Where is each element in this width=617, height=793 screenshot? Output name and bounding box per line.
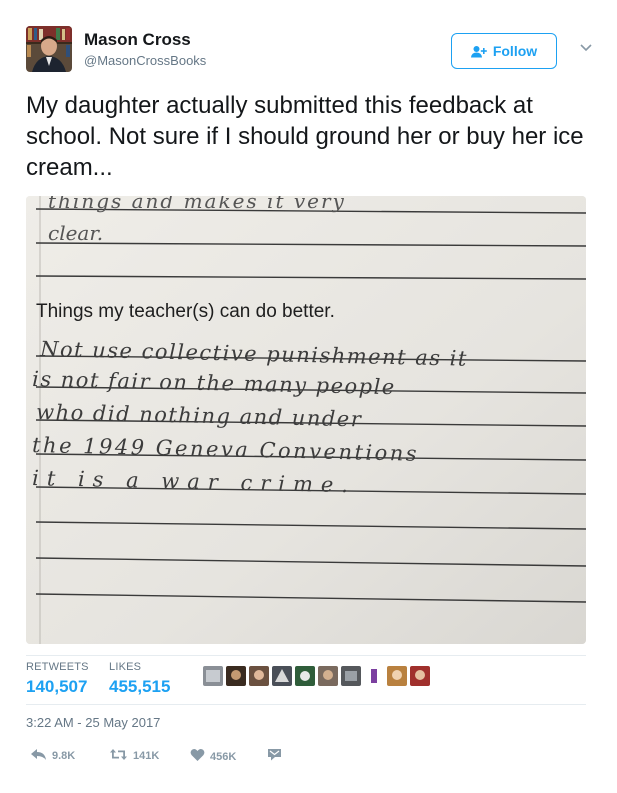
liker-avatar[interactable] xyxy=(410,666,430,686)
heart-icon xyxy=(190,748,205,765)
liker-avatar[interactable] xyxy=(203,666,223,686)
liker-avatar[interactable] xyxy=(295,666,315,686)
tweet-photo[interactable]: things and makes it very clear. Things m… xyxy=(26,196,586,644)
author-avatar[interactable] xyxy=(26,26,72,72)
liker-avatar[interactable] xyxy=(226,666,246,686)
tweet-timestamp[interactable]: 3:22 AM - 25 May 2017 xyxy=(26,715,160,730)
retweet-button[interactable]: 141K xyxy=(109,748,159,764)
liker-avatar[interactable] xyxy=(387,666,407,686)
liker-avatars xyxy=(203,666,430,686)
follow-button-label: Follow xyxy=(492,43,538,59)
direct-message-icon xyxy=(267,748,282,764)
chevron-down-icon[interactable] xyxy=(579,40,593,54)
person-plus-icon xyxy=(470,45,487,58)
liker-avatar[interactable] xyxy=(249,666,269,686)
tweet-text: My daughter actually submitted this feed… xyxy=(26,92,584,181)
reply-icon xyxy=(30,748,47,764)
like-count: 456K xyxy=(210,750,237,763)
retweets-count[interactable]: 140,507 xyxy=(26,677,87,697)
author-name[interactable]: Mason Cross xyxy=(84,30,191,50)
photo-line-partial: things and makes it very xyxy=(48,196,346,213)
like-button[interactable]: 456K xyxy=(190,748,236,765)
likes-label: LIKES xyxy=(109,661,142,673)
retweets-label: RETWEETS xyxy=(26,661,89,673)
photo-line-partial-2: clear. xyxy=(48,221,103,245)
follow-button[interactable]: Follow xyxy=(451,33,557,69)
divider xyxy=(26,704,586,705)
reply-button[interactable]: 9.8K xyxy=(30,748,75,764)
liker-avatar[interactable] xyxy=(341,666,361,686)
retweet-count: 141K xyxy=(133,750,160,762)
reply-count: 9.8K xyxy=(52,750,76,762)
author-handle[interactable]: @MasonCrossBooks xyxy=(84,53,206,68)
liker-avatar[interactable] xyxy=(318,666,338,686)
liker-avatar[interactable] xyxy=(272,666,292,686)
direct-message-button[interactable] xyxy=(267,748,282,764)
divider xyxy=(26,655,586,656)
liker-avatar[interactable] xyxy=(364,666,384,686)
likes-count[interactable]: 455,515 xyxy=(109,677,170,697)
retweet-icon xyxy=(109,748,128,764)
photo-prompt: Things my teacher(s) can do better. xyxy=(36,301,335,322)
